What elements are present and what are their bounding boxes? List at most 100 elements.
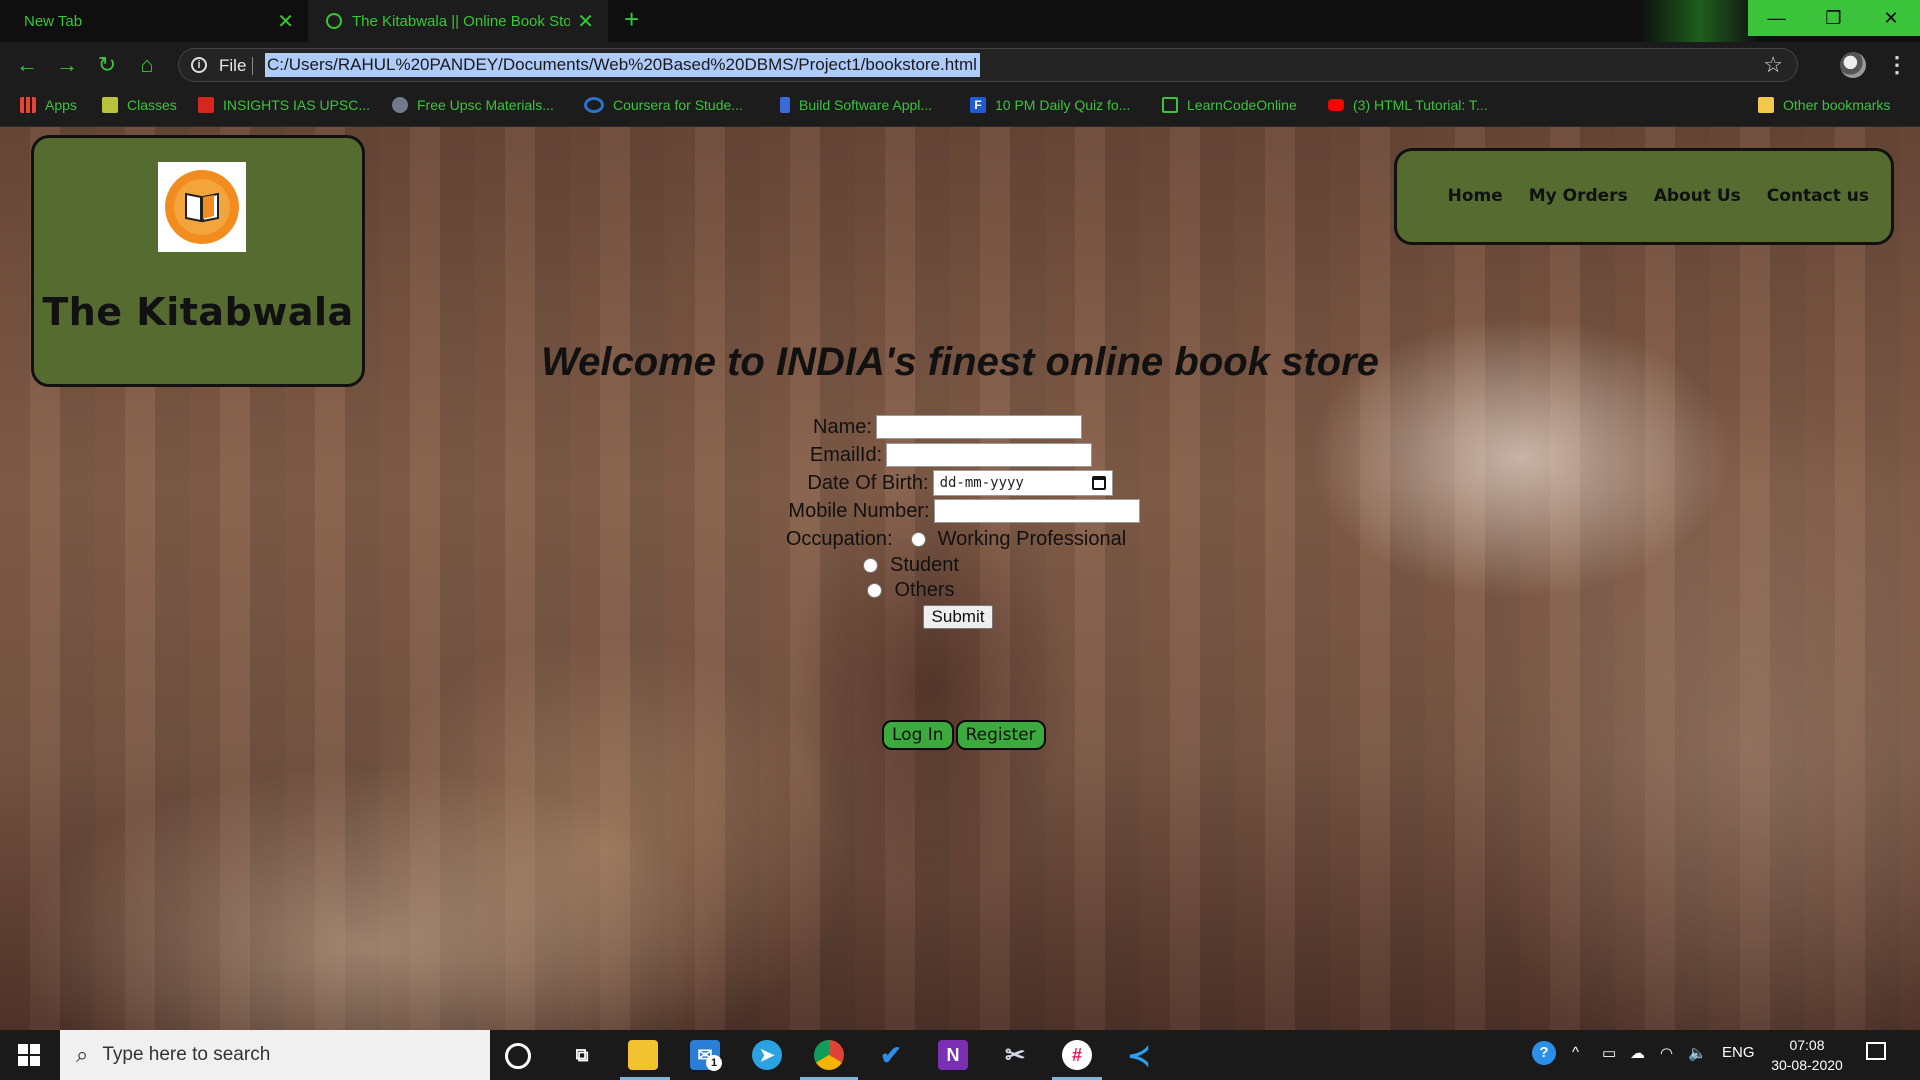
bookmark-insights[interactable]: INSIGHTS IAS UPSC... [198, 97, 370, 113]
name-label: Name: [813, 415, 872, 438]
occupation-label: Occupation: [785, 527, 893, 550]
bookmark-coursera[interactable]: Coursera for Stude... [584, 97, 743, 113]
f-icon: F [970, 97, 986, 113]
reload-icon[interactable]: ↻ [92, 50, 122, 80]
nav-about-us-link[interactable]: About Us [1654, 186, 1741, 206]
tab-kitabwala[interactable]: The Kitabwala || Online Book Store ✕ [308, 0, 608, 42]
slack-icon[interactable]: # [1062, 1040, 1092, 1070]
folder-icon [1758, 97, 1774, 113]
email-label: EmailId: [809, 443, 883, 466]
brand-title: The Kitabwala [42, 290, 354, 334]
todo-check-icon[interactable]: ✔ [876, 1040, 906, 1070]
top-nav: Home My Orders About Us Contact us [1394, 148, 1894, 245]
bookmark-html-tutorial[interactable]: (3) HTML Tutorial: T... [1328, 97, 1488, 113]
browser-tab-strip: New Tab ✕ The Kitabwala || Online Book S… [0, 0, 1920, 42]
dob-placeholder: dd-mm-yyyy [939, 475, 1024, 491]
back-arrow-icon[interactable]: ← [12, 50, 42, 80]
telegram-icon[interactable]: ➤ [752, 1040, 782, 1070]
dob-date-input[interactable]: dd-mm-yyyy [932, 470, 1113, 496]
insights-icon [198, 97, 214, 113]
tab-title: The Kitabwala || Online Book Store [352, 12, 570, 30]
info-icon[interactable]: i [191, 57, 207, 73]
kebab-menu-icon[interactable]: ⋮ [1886, 52, 1908, 78]
volume-icon[interactable]: 🔈 [1688, 1044, 1707, 1062]
mail-badge: 1 [706, 1055, 722, 1071]
file-explorer-icon[interactable] [628, 1040, 658, 1070]
submit-button[interactable]: Submit [922, 605, 994, 629]
coursera-icon [584, 97, 604, 113]
bookmarks-bar: Apps Classes INSIGHTS IAS UPSC... Free U… [0, 88, 1920, 127]
chevron-up-icon[interactable]: ^ [1572, 1044, 1579, 1061]
address-bar[interactable]: i File ☆ [178, 48, 1798, 82]
scheme-label: File [219, 56, 247, 75]
globe-icon [326, 13, 342, 29]
clock-time: 07:08 [1789, 1037, 1825, 1053]
radio-working-professional[interactable] [910, 531, 926, 547]
forward-arrow-icon[interactable]: → [52, 50, 82, 80]
language-indicator[interactable]: ENG [1722, 1044, 1755, 1061]
close-tab-icon[interactable]: ✕ [577, 9, 594, 34]
home-icon[interactable]: ⌂ [132, 50, 162, 80]
onedrive-cloud-icon[interactable]: ☁ [1630, 1044, 1645, 1062]
radio-others[interactable] [867, 583, 883, 598]
restore-icon[interactable]: ❐ [1805, 0, 1862, 36]
tab-strip-glow [1640, 0, 1760, 42]
email-input[interactable] [886, 443, 1093, 467]
register-button[interactable]: Register [955, 720, 1046, 750]
login-button[interactable]: Log In [882, 720, 954, 750]
bookmark-build-software[interactable]: Build Software Appl... [780, 97, 932, 113]
tab-new-tab[interactable]: New Tab ✕ [0, 0, 308, 42]
option-working-professional: Working Professional [937, 527, 1127, 550]
auth-buttons: Log In Register [882, 720, 1046, 750]
folder-icon [102, 97, 118, 113]
new-tab-plus-icon[interactable]: + [624, 4, 639, 35]
close-tab-icon[interactable]: ✕ [277, 9, 294, 34]
url-input[interactable] [265, 53, 980, 77]
bookmark-classes[interactable]: Classes [102, 97, 177, 113]
mobile-label: Mobile Number: [788, 499, 930, 522]
chrome-icon[interactable] [814, 1040, 844, 1070]
bookmark-other[interactable]: Other bookmarks [1758, 97, 1890, 113]
logo [158, 162, 246, 252]
nav-contact-us-link[interactable]: Contact us [1767, 186, 1869, 206]
close-window-icon[interactable]: ✕ [1862, 0, 1920, 36]
youtube-icon [1328, 99, 1344, 111]
search-placeholder: Type here to search [102, 1044, 271, 1065]
bookmark-upsc[interactable]: Free Upsc Materials... [392, 97, 554, 113]
bookmark-daily-quiz[interactable]: F 10 PM Daily Quiz fo... [970, 97, 1130, 113]
nav-home-link[interactable]: Home [1448, 186, 1503, 206]
page-background: The Kitabwala Home My Orders About Us Co… [0, 127, 1920, 1030]
taskbar-clock[interactable]: 07:08 30-08-2020 [1762, 1035, 1852, 1075]
vscode-icon[interactable]: ≺ [1124, 1040, 1154, 1071]
clock-date: 30-08-2020 [1771, 1057, 1843, 1073]
option-student: Student [890, 554, 959, 576]
calendar-icon[interactable] [1091, 476, 1106, 490]
nav-my-orders-link[interactable]: My Orders [1529, 186, 1628, 206]
radio-student[interactable] [863, 558, 879, 573]
bookmark-learncodeonline[interactable]: LearnCodeOnline [1162, 97, 1297, 113]
notification-center-icon[interactable] [1866, 1042, 1886, 1060]
bookmark-apps[interactable]: Apps [20, 97, 77, 113]
name-input[interactable] [875, 415, 1082, 439]
welcome-heading: Welcome to INDIA's finest online book st… [541, 340, 1379, 384]
help-icon[interactable]: ? [1532, 1041, 1556, 1065]
battery-icon[interactable]: ▭ [1602, 1044, 1616, 1062]
snip-tool-icon[interactable]: ✂ [1000, 1040, 1030, 1070]
browser-toolbar: ← → ↻ ⌂ i File ☆ ⋮ [0, 42, 1920, 88]
open-book-icon [165, 170, 239, 244]
bookmark-star-icon[interactable]: ☆ [1763, 52, 1783, 78]
cortana-icon[interactable] [505, 1043, 531, 1069]
windows-taskbar: ⌕ Type here to search ⧉ ✉ 1 ➤ ✔ N ✂ # ≺ … [0, 1030, 1920, 1080]
windows-start-icon[interactable] [18, 1044, 40, 1066]
profile-avatar-icon[interactable] [1840, 52, 1866, 78]
dob-label: Date Of Birth: [807, 471, 929, 494]
onenote-icon[interactable]: N [938, 1040, 968, 1070]
mobile-number-input[interactable] [933, 499, 1140, 523]
wifi-icon[interactable]: ◠ [1660, 1044, 1673, 1062]
search-icon: ⌕ [76, 1042, 89, 1067]
tab-title: New Tab [24, 12, 83, 30]
taskbar-search-box[interactable]: ⌕ Type here to search [60, 1030, 490, 1080]
minimize-icon[interactable]: — [1748, 0, 1805, 36]
task-view-icon[interactable]: ⧉ [567, 1040, 597, 1070]
registration-form: Name: EmailId: Date Of Birth: dd-mm-yyyy… [0, 413, 1920, 631]
